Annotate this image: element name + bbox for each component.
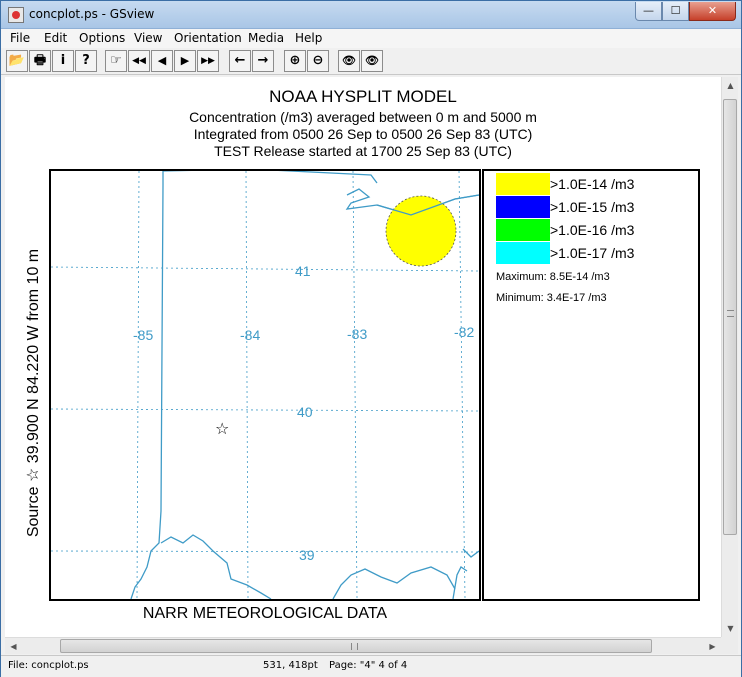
title-bar[interactable]: concplot.ps - GSview — ☐ ✕ — [1, 1, 741, 29]
horizontal-scroll-thumb[interactable] — [60, 639, 652, 653]
status-coordinates: 531, 418pt — [263, 660, 318, 671]
first-page-icon[interactable]: ◀◀ — [128, 50, 150, 72]
grip-icon — [727, 310, 734, 317]
source-star-icon: ☆ — [215, 419, 229, 438]
lon-label-82: -82 — [454, 324, 474, 340]
window-title: concplot.ps - GSview — [29, 7, 155, 21]
parallel-41 — [51, 266, 479, 272]
menu-orientation[interactable]: Orientation — [174, 31, 242, 45]
plot-subtitle-release: TEST Release started at 1700 25 Sep 83 (… — [214, 143, 512, 159]
plot-subtitle-concentration: Concentration (/m3) averaged between 0 m… — [189, 109, 537, 125]
lon-label-84: -84 — [240, 327, 260, 343]
map-canvas: -85 -84 -83 -82 41 40 39 ☆ — [51, 171, 479, 599]
legend-panel: >1.0E-14 /m3 >1.0E-15 /m3 >1.0E-16 /m3 >… — [482, 169, 700, 601]
northern-shore — [163, 171, 378, 184]
ohio-river-east — [462, 548, 479, 558]
zoom-out-icon[interactable]: ⊖ — [307, 50, 329, 72]
source-location-label: Source ☆ 39.900 N 84.220 W from 10 m — [25, 248, 42, 538]
last-page-icon[interactable]: ▶▶ — [197, 50, 219, 72]
vertical-scroll-thumb[interactable] — [723, 99, 737, 535]
legend-swatch-1e-16 — [496, 219, 550, 241]
next-page-icon[interactable]: ▶ — [174, 50, 196, 72]
legend-minimum: Minimum: 3.4E-17 /m3 — [496, 292, 607, 304]
menu-bar: File Edit Options View Orientation Media… — [1, 29, 741, 48]
legend-maximum: Maximum: 8.5E-14 /m3 — [496, 271, 610, 283]
lat-label-41: 41 — [295, 263, 311, 279]
legend-label-1e-16: >1.0E-16 /m3 — [550, 222, 635, 238]
meridian-82 — [458, 171, 466, 599]
legend-swatch-1e-14 — [496, 173, 550, 195]
back-icon[interactable]: ← — [229, 50, 251, 72]
find-next-icon[interactable]: 👁 — [361, 50, 383, 72]
legend-label-1e-17: >1.0E-17 /m3 — [550, 245, 635, 261]
close-button[interactable]: ✕ — [689, 2, 736, 21]
toolbar: 📂 🖶 i ? ☞ ◀◀ ◀ ▶ ▶▶ ← → ⊕ ⊖ 👁 👁 — [1, 48, 741, 75]
menu-file[interactable]: File — [10, 31, 30, 45]
vertical-scrollbar[interactable]: ▲ ▼ — [721, 77, 738, 637]
status-page: Page: "4" 4 of 4 — [329, 660, 408, 671]
lat-label-40: 40 — [297, 404, 313, 420]
lon-label-83: -83 — [347, 326, 367, 342]
menu-media[interactable]: Media — [248, 31, 284, 45]
maximize-button[interactable]: ☐ — [662, 2, 689, 21]
scrollbar-corner — [721, 637, 738, 654]
concentration-map: -85 -84 -83 -82 41 40 39 ☆ — [49, 169, 481, 601]
scroll-right-icon[interactable]: ▶ — [704, 638, 721, 655]
lat-label-39: 39 — [299, 547, 315, 563]
menu-view[interactable]: View — [134, 31, 162, 45]
menu-help[interactable]: Help — [295, 31, 322, 45]
status-file: File: concplot.ps — [8, 660, 89, 671]
ohio-river-west — [160, 534, 272, 599]
meteorological-data-label: NARR METEOROLOGICAL DATA — [142, 605, 388, 622]
legend-label-1e-15: >1.0E-15 /m3 — [550, 199, 635, 215]
find-icon[interactable]: 👁 — [338, 50, 360, 72]
meridian-85 — [136, 171, 140, 599]
info-icon[interactable]: i — [52, 50, 74, 72]
gsview-window: concplot.ps - GSview — ☐ ✕ File Edit Opt… — [0, 0, 742, 677]
legend-label-1e-14: >1.0E-14 /m3 — [550, 176, 635, 192]
forward-icon[interactable]: → — [252, 50, 274, 72]
scroll-down-icon[interactable]: ▼ — [722, 620, 739, 637]
legend-swatch-1e-17 — [496, 242, 550, 264]
grid-labels: -85 -84 -83 -82 41 40 39 — [133, 263, 474, 563]
plot-subtitle-integration: Integrated from 0500 26 Sep to 0500 26 S… — [193, 126, 533, 142]
legend-swatch-1e-15 — [496, 196, 550, 218]
help-icon[interactable]: ? — [75, 50, 97, 72]
prev-page-icon[interactable]: ◀ — [151, 50, 173, 72]
menu-edit[interactable]: Edit — [44, 31, 67, 45]
open-icon[interactable]: 📂 — [6, 50, 28, 72]
ohio-river-central — [332, 566, 456, 599]
scroll-up-icon[interactable]: ▲ — [722, 77, 739, 94]
parallel-40 — [51, 408, 479, 412]
zoom-in-icon[interactable]: ⊕ — [284, 50, 306, 72]
app-icon[interactable] — [8, 7, 24, 23]
lon-label-85: -85 — [133, 327, 153, 343]
print-icon[interactable]: 🖶 — [29, 50, 51, 72]
parallel-39 — [51, 550, 479, 553]
status-bar: File: concplot.ps 531, 418pt Page: "4" 4… — [1, 655, 741, 677]
meridian-84 — [245, 171, 249, 599]
plume-contour-1e-14 — [385, 195, 457, 267]
minimize-button[interactable]: — — [635, 2, 662, 21]
plot-title: NOAA HYSPLIT MODEL — [269, 87, 457, 106]
menu-options[interactable]: Options — [79, 31, 125, 45]
goto-page-icon[interactable]: ☞ — [105, 50, 127, 72]
grip-icon — [351, 643, 358, 650]
horizontal-scrollbar[interactable]: ◀ ▶ — [5, 637, 721, 654]
state-boundary-west — [130, 171, 164, 599]
meridian-83 — [352, 171, 358, 599]
document-view[interactable]: NOAA HYSPLIT MODEL Concentration (/m3) a… — [5, 77, 721, 637]
scroll-left-icon[interactable]: ◀ — [5, 638, 22, 655]
